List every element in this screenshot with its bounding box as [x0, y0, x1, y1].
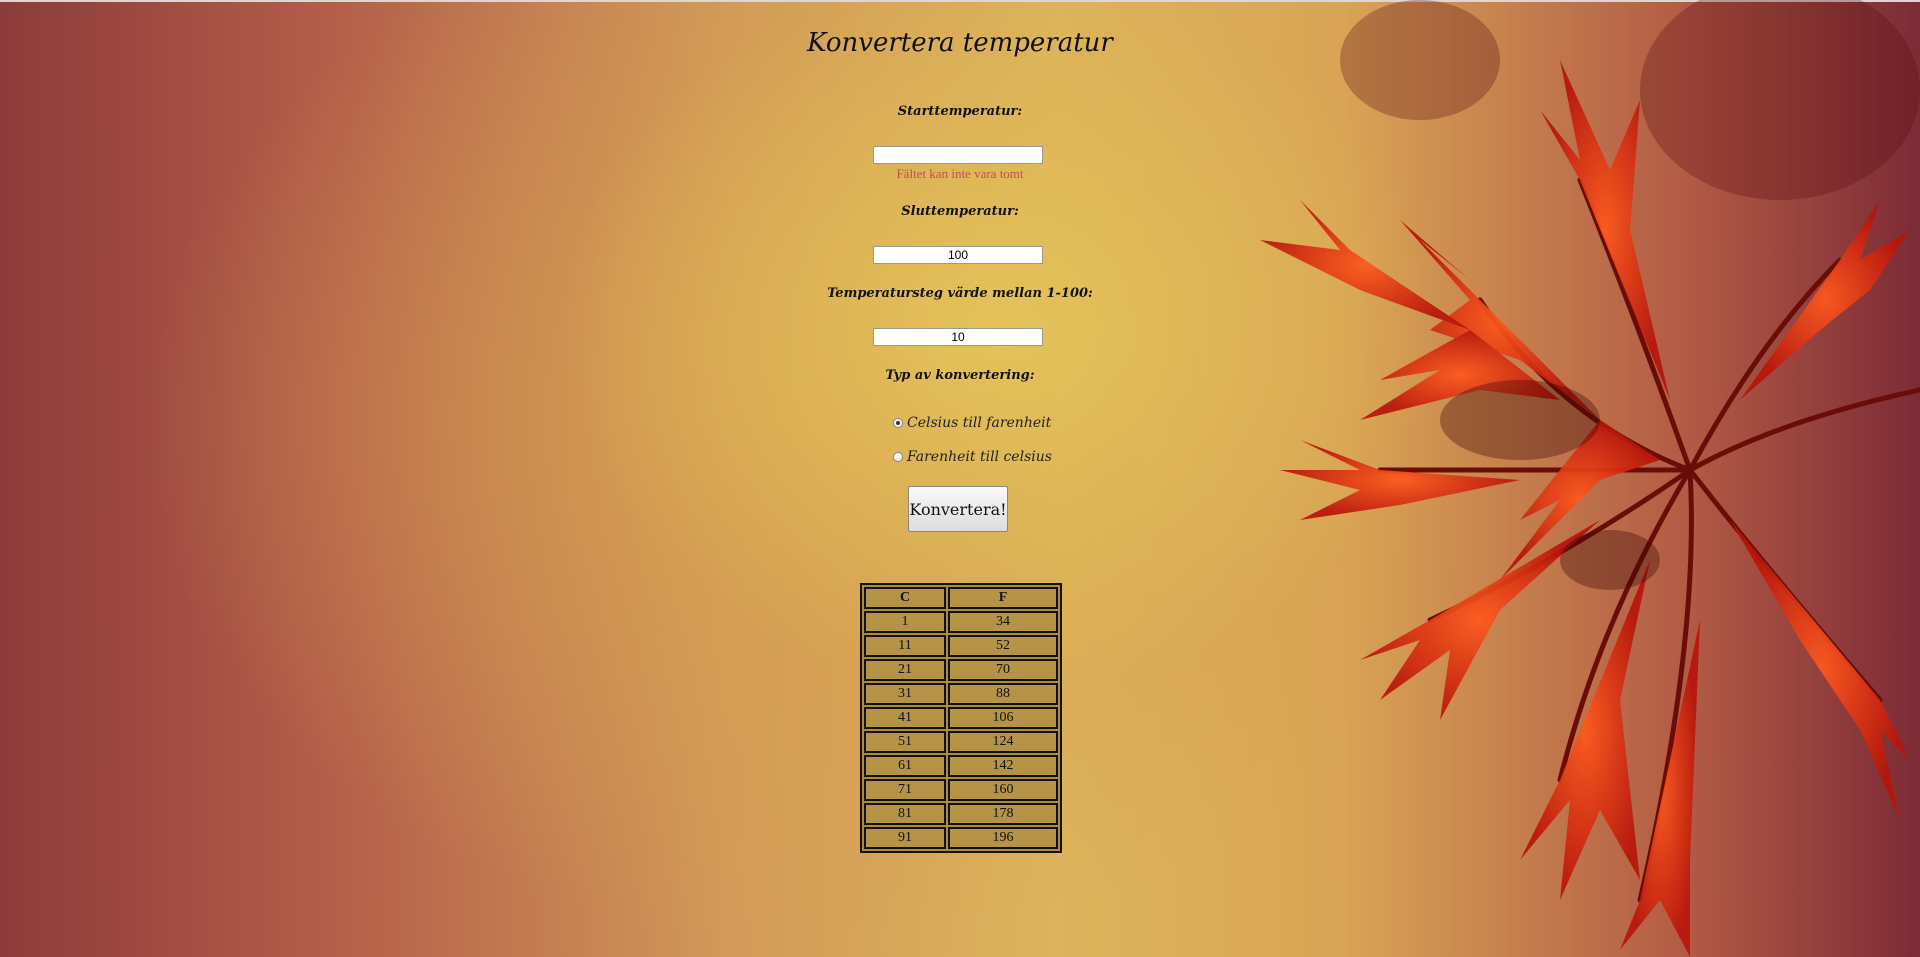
step-label: Temperatursteg värde mellan 1-100: — [827, 286, 1093, 301]
cell-f: 88 — [948, 683, 1058, 705]
cell-c: 11 — [864, 635, 946, 657]
cell-f: 178 — [948, 803, 1058, 825]
table-row: 11 52 — [864, 635, 1058, 657]
radio-celsius-to-fahrenheit[interactable]: Celsius till farenheit — [893, 413, 1051, 433]
table-row: 51 124 — [864, 731, 1058, 753]
start-temperature-error: Fältet kan inte vara tomt — [896, 166, 1024, 181]
cell-f: 160 — [948, 779, 1058, 801]
background-leaf-image — [1260, 0, 1920, 957]
cell-c: 71 — [864, 779, 946, 801]
table-row: 81 178 — [864, 803, 1058, 825]
column-header-f: F — [948, 587, 1058, 609]
end-temperature-label: Sluttemperatur: — [901, 204, 1019, 219]
table-row: 21 70 — [864, 659, 1058, 681]
table-row: 41 106 — [864, 707, 1058, 729]
cell-f: 142 — [948, 755, 1058, 777]
cell-c: 81 — [864, 803, 946, 825]
table-row: 71 160 — [864, 779, 1058, 801]
cell-c: 41 — [864, 707, 946, 729]
table-row: 61 142 — [864, 755, 1058, 777]
radio-label: Farenheit till celsius — [907, 449, 1052, 465]
cell-c: 61 — [864, 755, 946, 777]
cell-f: 52 — [948, 635, 1058, 657]
page-title: Konvertera temperatur — [807, 28, 1113, 58]
radio-button[interactable] — [893, 452, 903, 462]
table-row: 91 196 — [864, 827, 1058, 849]
cell-f: 106 — [948, 707, 1058, 729]
cell-f: 196 — [948, 827, 1058, 849]
radio-button[interactable] — [893, 418, 903, 428]
start-temperature-label: Starttemperatur: — [897, 104, 1023, 119]
cell-f: 70 — [948, 659, 1058, 681]
top-border — [0, 0, 1920, 2]
convert-button[interactable]: Konvertera! — [908, 486, 1008, 532]
conversion-table: C F 1 34 11 52 21 70 31 88 41 106 51 124 61 142… — [860, 583, 1062, 853]
start-temperature-input[interactable] — [873, 146, 1043, 164]
cell-f: 124 — [948, 731, 1058, 753]
radio-label: Celsius till farenheit — [907, 415, 1052, 431]
cell-c: 91 — [864, 827, 946, 849]
table-header-row: C F — [864, 587, 1058, 609]
end-temperature-input[interactable] — [873, 246, 1043, 264]
radio-fahrenheit-to-celsius[interactable]: Farenheit till celsius — [893, 447, 1052, 467]
table-row: 1 34 — [864, 611, 1058, 633]
step-input[interactable] — [873, 328, 1043, 346]
cell-c: 21 — [864, 659, 946, 681]
conversion-type-label: Typ av konvertering: — [885, 368, 1035, 383]
cell-c: 1 — [864, 611, 946, 633]
cell-c: 51 — [864, 731, 946, 753]
cell-c: 31 — [864, 683, 946, 705]
cell-f: 34 — [948, 611, 1058, 633]
table-row: 31 88 — [864, 683, 1058, 705]
column-header-c: C — [864, 587, 946, 609]
